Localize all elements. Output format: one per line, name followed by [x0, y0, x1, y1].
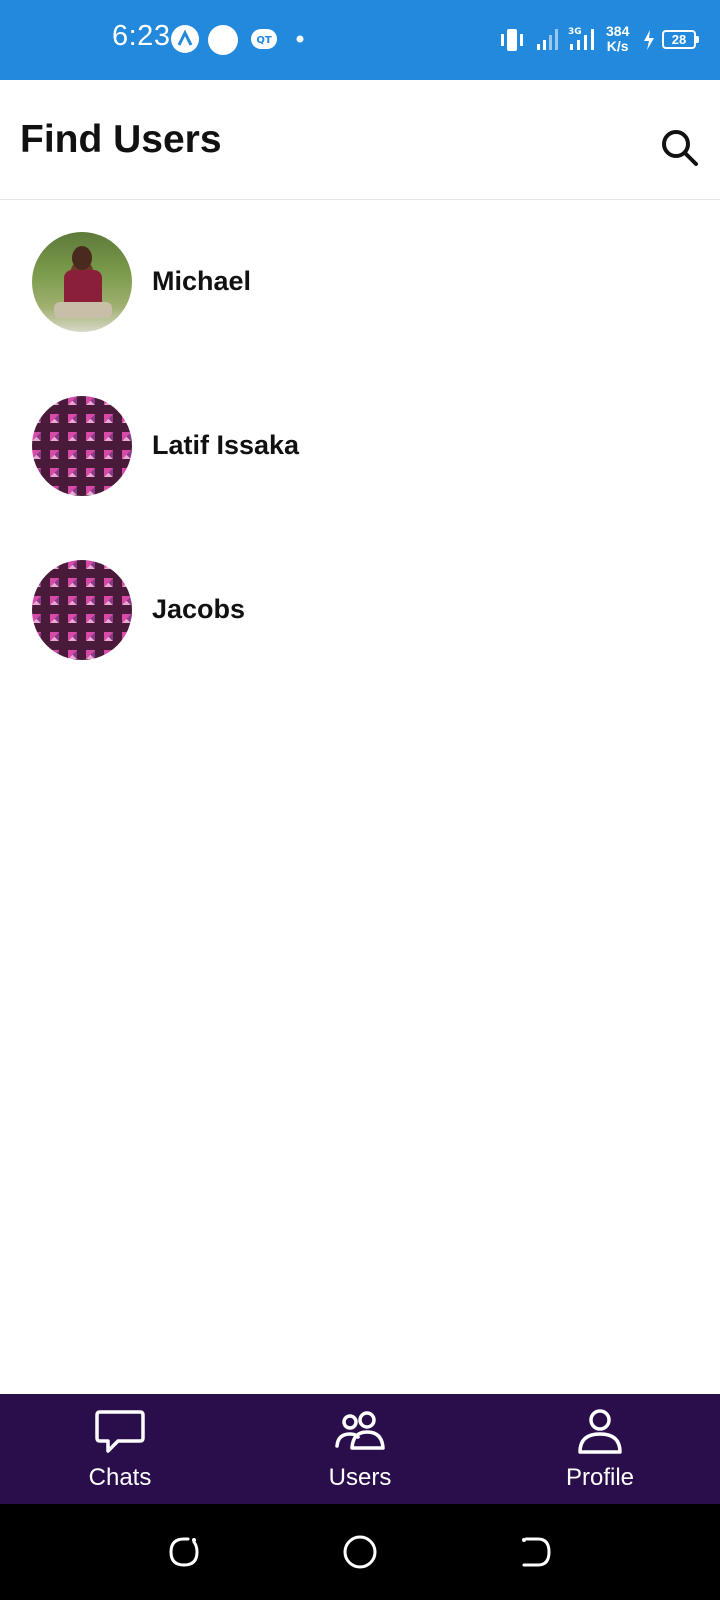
back-icon[interactable]: [518, 1534, 554, 1570]
user-name: Latif Issaka: [152, 430, 300, 460]
avatar: [32, 396, 132, 496]
user-name: Michael: [152, 266, 252, 296]
status-bar: 6:23 QT 3G 384 K/s 28: [0, 0, 720, 80]
circle-notification-icon: [208, 25, 238, 55]
nav-item-chats[interactable]: Chats: [0, 1394, 240, 1504]
system-navigation-bar: [0, 1504, 720, 1600]
app-header: Find Users: [0, 80, 720, 200]
user-list-item[interactable]: Jacobs: [0, 528, 720, 692]
network-speed-unit: K/s: [606, 38, 629, 54]
vibrate-icon: [501, 29, 523, 51]
user-name: Jacobs: [152, 594, 246, 624]
chat-bubble-icon: [95, 1410, 145, 1453]
user-list-item[interactable]: Michael: [0, 200, 720, 364]
profile-icon: [578, 1409, 622, 1454]
nav-item-users[interactable]: Users: [240, 1394, 480, 1504]
recents-icon[interactable]: [166, 1534, 202, 1570]
user-list: Michael Latif Issaka Jacobs: [0, 200, 720, 692]
battery-indicator: 28: [662, 30, 699, 49]
avatar: [32, 560, 132, 660]
network-speed-value: 384: [606, 23, 630, 39]
home-icon[interactable]: [342, 1534, 378, 1570]
charging-icon: [644, 30, 654, 50]
users-icon: [335, 1411, 385, 1450]
app-notification-icon: [171, 25, 199, 53]
page-title: Find Users: [20, 118, 222, 161]
signal-icon: [537, 29, 558, 50]
nav-label-users: Users: [328, 1464, 392, 1491]
user-list-item[interactable]: Latif Issaka: [0, 364, 720, 528]
dot-icon: [296, 35, 304, 43]
nav-label-chats: Chats: [88, 1464, 152, 1491]
search-icon[interactable]: [658, 126, 702, 170]
bottom-navigation: Chats Users Profile: [0, 1394, 720, 1504]
qr-notification-icon: QT: [251, 29, 277, 49]
status-time: 6:23: [112, 20, 171, 52]
network-speed: 384 K/s: [606, 24, 629, 54]
signal-3g-icon: 3G: [568, 27, 594, 50]
nav-label-profile: Profile: [565, 1464, 635, 1491]
nav-item-profile[interactable]: Profile: [480, 1394, 720, 1504]
avatar: [32, 232, 132, 332]
svg-text:3G: 3G: [568, 27, 582, 37]
svg-text:QT: QT: [256, 35, 272, 46]
